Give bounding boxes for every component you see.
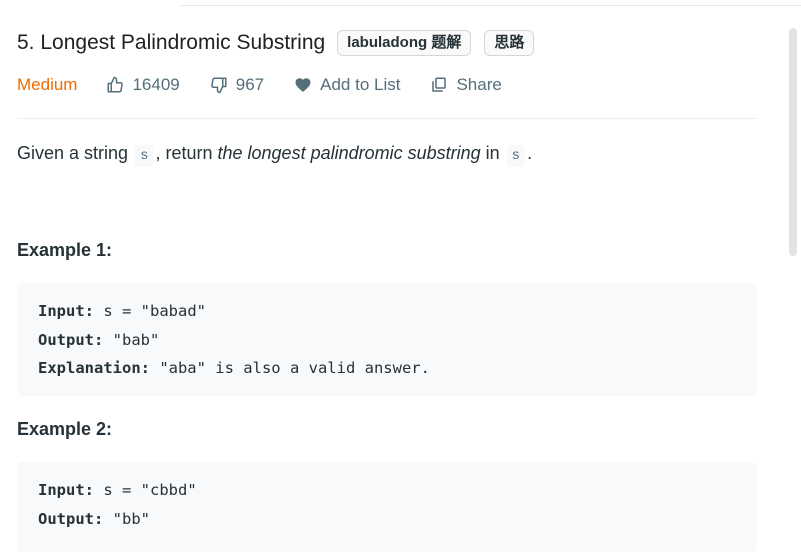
- example-1-title: Example 1:: [17, 240, 113, 260]
- description-text: .: [527, 143, 533, 163]
- tag-approach[interactable]: 思路: [484, 30, 535, 56]
- like-button[interactable]: 16409: [106, 75, 180, 95]
- dislike-count: 967: [235, 75, 265, 94]
- example-1-block: Input: s = "babad" Output: "bab" Explana…: [17, 283, 757, 396]
- example-input: s = "babad": [94, 302, 206, 320]
- share-label: Share: [456, 75, 502, 94]
- inline-code-s: s: [506, 145, 526, 167]
- inline-code-s: s: [135, 145, 154, 167]
- output-label: Output:: [38, 509, 104, 528]
- example-output: "bab": [103, 330, 160, 349]
- like-count: 16409: [132, 75, 180, 94]
- description-text: in: [480, 143, 505, 163]
- header-divider: [17, 118, 757, 119]
- description-text: Given a string: [17, 143, 134, 163]
- example-2-title: Example 2:: [17, 419, 113, 439]
- problem-meta: Medium 16409 967 Add to List Share: [17, 72, 532, 98]
- description-text: , return: [155, 143, 218, 163]
- scrollbar-thumb[interactable]: [789, 28, 797, 256]
- input-label: Input:: [38, 481, 94, 499]
- share-icon: [432, 77, 447, 92]
- tag-labuladong-solution[interactable]: labuladong 题解: [337, 30, 472, 56]
- share-button[interactable]: Share: [430, 75, 502, 95]
- example-2-block: Input: s = "cbbd" Output: "bb": [17, 462, 757, 552]
- heart-icon: [295, 78, 311, 92]
- add-to-list-label: Add to List: [320, 75, 401, 94]
- problem-description: Given a string s, return the longest pal…: [17, 143, 533, 167]
- top-bar-edge: [180, 0, 801, 6]
- output-label: Output:: [38, 330, 104, 349]
- problem-title: 5. Longest Palindromic Substring: [17, 31, 326, 54]
- difficulty-label: Medium: [17, 75, 78, 94]
- description-emphasis: the longest palindromic substring: [217, 143, 481, 163]
- example-output: "bb": [103, 509, 150, 528]
- example-explanation: "aba" is also a valid answer.: [149, 359, 430, 377]
- add-to-list-button[interactable]: Add to List: [294, 75, 400, 95]
- problem-header: 5. Longest Palindromic Substring labulad…: [17, 28, 535, 58]
- thumbs-up-icon: [107, 76, 124, 93]
- explanation-label: Explanation:: [38, 359, 150, 377]
- dislike-button[interactable]: 967: [210, 75, 264, 95]
- input-label: Input:: [38, 302, 94, 320]
- thumbs-down-icon: [210, 77, 227, 94]
- example-input: s = "cbbd": [94, 481, 197, 499]
